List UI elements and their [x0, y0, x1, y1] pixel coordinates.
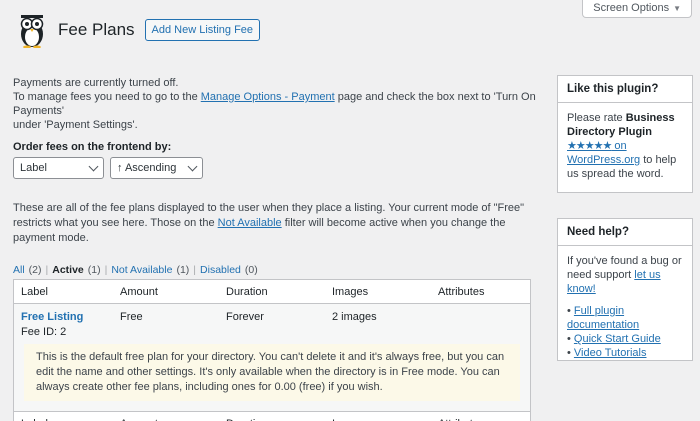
full-documentation-link[interactable]: Full plugin documentation	[567, 305, 639, 331]
chevron-down-icon	[88, 161, 99, 172]
main-content: Payments are currently turned off. To ma…	[13, 76, 540, 421]
column-header-attributes: Attributes	[438, 285, 485, 298]
like-plugin-text: Please rate Business Directory Plugin ★★…	[558, 103, 692, 189]
sort-direction-select[interactable]: ↑ Ascending	[110, 157, 203, 179]
page-header: Fee Plans Add New Listing Fee	[16, 12, 261, 48]
fee-plans-table: Label Amount Duration Images Attributes …	[13, 279, 531, 421]
notice-line-2: To manage fees you need to go to the Man…	[13, 90, 540, 118]
notice-line-1: Payments are currently turned off.	[13, 77, 179, 89]
list-item: • Video Tutorials	[567, 347, 647, 359]
filter-count: (1)	[87, 264, 101, 276]
fee-id-value: 2	[60, 326, 67, 338]
notice-line-3: under 'Payment Settings'.	[13, 119, 138, 131]
manage-options-payment-link[interactable]: Manage Options - Payment	[201, 91, 335, 103]
like-plugin-title: Like this plugin?	[558, 76, 692, 103]
order-label: Order fees on the frontend by:	[13, 141, 172, 153]
filter-separator: |	[45, 264, 49, 276]
sort-field-value: Label	[20, 162, 47, 174]
fee-amount-cell: Free	[120, 311, 143, 323]
screen-options-button[interactable]: Screen Options ▼	[582, 0, 692, 18]
fee-id-label: Fee ID:	[21, 326, 58, 338]
not-available-link[interactable]: Not Available	[218, 217, 282, 229]
filter-all[interactable]: All	[13, 264, 25, 276]
help-text: If you've found a bug or need support	[567, 255, 682, 281]
fee-images-cell: 2 images	[332, 311, 377, 323]
filter-not-available[interactable]: Not Available	[111, 264, 172, 276]
page-title: Fee Plans	[58, 20, 135, 39]
filter-count: (0)	[244, 264, 258, 276]
video-tutorials-link[interactable]: Video Tutorials	[574, 347, 647, 359]
filter-count: (1)	[176, 264, 190, 276]
filter-disabled[interactable]: Disabled	[200, 264, 241, 276]
need-help-content: If you've found a bug or need support le…	[558, 246, 692, 368]
add-new-listing-fee-button[interactable]: Add New Listing Fee	[144, 19, 261, 41]
plugin-logo-icon	[20, 15, 44, 48]
fee-id: Fee ID: 2	[21, 326, 120, 338]
filter-separator: |	[193, 264, 197, 276]
list-item: • Full plugin documentation	[567, 305, 640, 331]
notice-text: To manage fees you need to go to the	[13, 91, 201, 103]
fee-label-cell: Free Listing Fee ID: 2	[14, 311, 120, 338]
table-footer-row: Label Amount Duration Images Attributes	[14, 412, 530, 421]
screen-options-label: Screen Options	[593, 2, 670, 14]
filter-count: (2)	[28, 264, 42, 276]
status-filters: All (2) | Active (1) | Not Available (1)…	[13, 264, 540, 276]
payments-notice: Payments are currently turned off. To ma…	[13, 76, 540, 132]
filter-separator: |	[104, 264, 108, 276]
column-header-images: Images	[332, 285, 369, 298]
sort-direction-value: ↑ Ascending	[117, 162, 177, 174]
sort-field-select[interactable]: Label	[13, 157, 104, 179]
fee-duration-cell: Forever	[226, 311, 264, 323]
caret-down-icon: ▼	[673, 4, 681, 13]
column-header-amount: Amount	[120, 285, 158, 298]
filter-active[interactable]: Active	[52, 264, 84, 276]
fee-note: This is the default free plan for your d…	[24, 344, 520, 401]
table-header-row: Label Amount Duration Images Attributes	[14, 280, 530, 304]
fee-note-container: This is the default free plan for your d…	[14, 338, 530, 412]
help-links-list: • Full plugin documentation • Quick Star…	[567, 304, 683, 360]
chevron-down-icon	[187, 161, 198, 172]
fee-plans-description: These are all of the fee plans displayed…	[13, 201, 540, 246]
table-row: Free Listing Fee ID: 2 Free Forever 2 im…	[14, 304, 530, 338]
rate-plugin-link[interactable]: ★★★★★ on WordPress.org	[567, 140, 640, 166]
list-item: • Quick Start Guide	[567, 333, 661, 345]
rate-text: Please rate	[567, 112, 626, 124]
quick-start-guide-link[interactable]: Quick Start Guide	[574, 333, 661, 345]
need-help-box: Need help? If you've found a bug or need…	[557, 218, 693, 361]
column-header-label: Label	[21, 285, 48, 298]
like-plugin-box: Like this plugin? Please rate Business D…	[557, 75, 693, 193]
order-selects: Label ↑ Ascending	[13, 157, 540, 179]
column-header-duration: Duration	[226, 285, 268, 298]
star-rating-icon: ★★★★★	[567, 140, 612, 152]
fee-name-link[interactable]: Free Listing	[21, 311, 83, 323]
need-help-title: Need help?	[558, 219, 692, 246]
